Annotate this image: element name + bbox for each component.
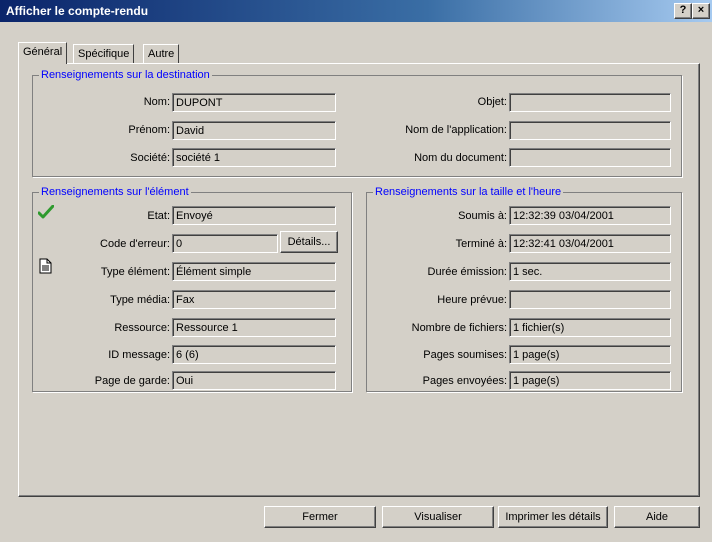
tab-general[interactable]: Général bbox=[18, 42, 68, 64]
ressource-label: Ressource: bbox=[114, 322, 170, 334]
ressource-field[interactable]: Ressource 1 bbox=[172, 318, 336, 337]
heure-prevue-label: Heure prévue: bbox=[437, 294, 507, 306]
erreur-label: Code d'erreur: bbox=[100, 238, 170, 250]
etat-label: Etat: bbox=[147, 210, 170, 222]
nom-label: Nom: bbox=[143, 96, 170, 108]
soumis-label: Soumis à: bbox=[458, 210, 507, 222]
element-legend: Renseignements sur l'élément bbox=[41, 186, 189, 198]
fichiers-field[interactable]: 1 fichier(s) bbox=[509, 318, 671, 337]
close-button[interactable]: × bbox=[692, 3, 710, 19]
pages-envoyees-field[interactable]: 1 page(s) bbox=[509, 371, 671, 390]
taille-legend: Renseignements sur la taille et l'heure bbox=[375, 186, 562, 198]
title-bar: Afficher le compte-rendu ? × bbox=[0, 0, 712, 22]
pages-soumises-field[interactable]: 1 page(s) bbox=[509, 345, 671, 364]
duree-label: Durée émission: bbox=[427, 266, 507, 278]
window-title: Afficher le compte-rendu bbox=[6, 4, 149, 18]
aide-button[interactable]: Aide bbox=[614, 506, 700, 528]
page-garde-label: Page de garde: bbox=[94, 375, 170, 387]
document-field[interactable] bbox=[509, 148, 671, 167]
document-icon bbox=[39, 258, 52, 274]
societe-field[interactable]: société 1 bbox=[172, 148, 336, 167]
application-field[interactable] bbox=[509, 121, 671, 140]
prenom-label: Prénom: bbox=[128, 124, 170, 136]
application-label: Nom de l'application: bbox=[405, 124, 507, 136]
type-element-field[interactable]: Élément simple bbox=[172, 262, 336, 281]
details-button[interactable]: Détails... bbox=[280, 231, 338, 253]
id-message-label: ID message: bbox=[108, 349, 170, 361]
heure-prevue-field[interactable] bbox=[509, 290, 671, 309]
nom-field[interactable]: DUPONT bbox=[172, 93, 336, 112]
pages-soumises-label: Pages soumises: bbox=[423, 349, 507, 361]
termine-field[interactable]: 12:32:41 03/04/2001 bbox=[509, 234, 671, 253]
help-button[interactable]: ? bbox=[674, 3, 692, 19]
objet-field[interactable] bbox=[509, 93, 671, 112]
duree-field[interactable]: 1 sec. bbox=[509, 262, 671, 281]
soumis-field[interactable]: 12:32:39 03/04/2001 bbox=[509, 206, 671, 225]
etat-field[interactable]: Envoyé bbox=[172, 206, 336, 225]
id-message-field[interactable]: 6 (6) bbox=[172, 345, 336, 364]
imprimer-details-button[interactable]: Imprimer les détails bbox=[498, 506, 608, 528]
visualiser-button[interactable]: Visualiser bbox=[382, 506, 494, 528]
page-garde-field[interactable]: Oui bbox=[172, 371, 336, 390]
type-media-field[interactable]: Fax bbox=[172, 290, 336, 309]
pages-envoyees-label: Pages envoyées: bbox=[422, 375, 507, 387]
destination-legend: Renseignements sur la destination bbox=[41, 69, 210, 81]
type-element-label: Type élément: bbox=[100, 266, 170, 278]
tab-autre[interactable]: Autre bbox=[143, 44, 180, 63]
type-media-label: Type média: bbox=[110, 294, 170, 306]
tab-specifique[interactable]: Spécifique bbox=[73, 44, 135, 63]
societe-label: Société: bbox=[130, 152, 170, 164]
document-label: Nom du document: bbox=[414, 152, 507, 164]
termine-label: Terminé à: bbox=[455, 238, 507, 250]
fichiers-label: Nombre de fichiers: bbox=[411, 322, 507, 334]
erreur-field[interactable]: 0 bbox=[172, 234, 278, 253]
fermer-button[interactable]: Fermer bbox=[264, 506, 376, 528]
prenom-field[interactable]: David bbox=[172, 121, 336, 140]
checkmark-icon bbox=[38, 205, 54, 219]
objet-label: Objet: bbox=[477, 96, 507, 108]
